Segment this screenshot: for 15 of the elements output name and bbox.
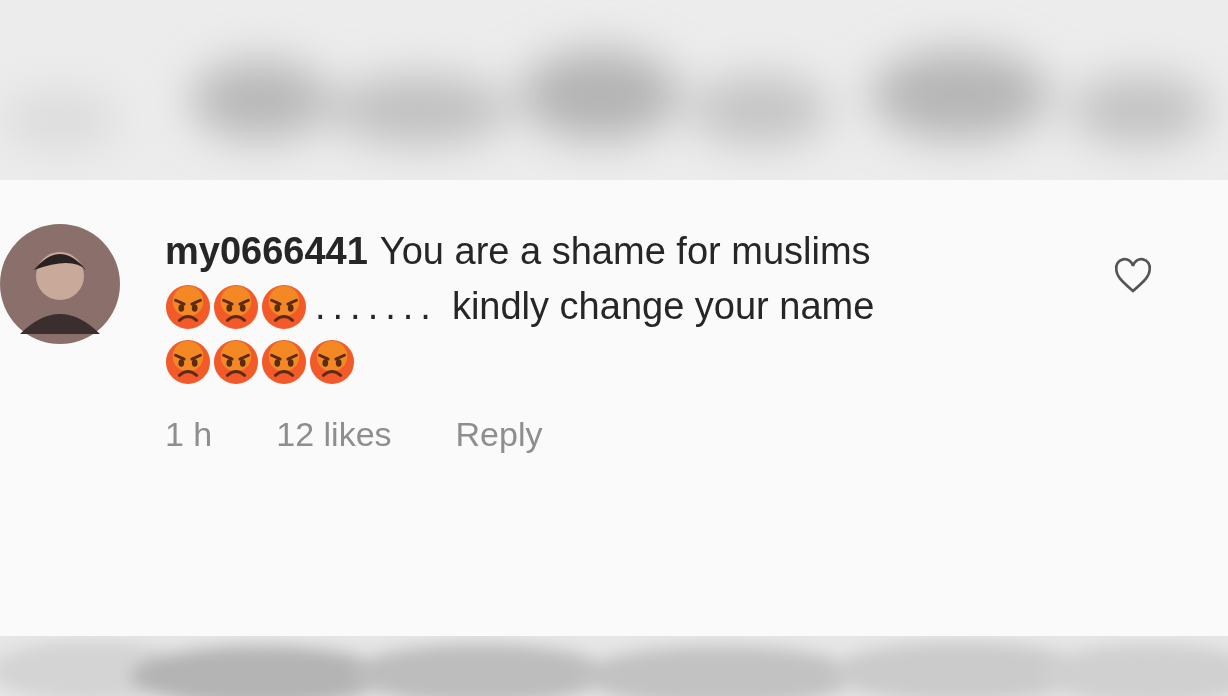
angry-face-icon [309, 338, 355, 385]
reply-link[interactable]: Reply [455, 415, 543, 454]
angry-face-icon [261, 338, 307, 385]
avatar[interactable] [0, 224, 120, 344]
timestamp: 1 h [165, 415, 213, 454]
angry-face-icon [165, 338, 211, 385]
comment-text: ....... [315, 285, 438, 328]
angry-face-icon [213, 338, 259, 385]
comment-text: You are a shame for muslims [379, 230, 871, 273]
angry-face-icon [213, 283, 259, 330]
comment-text: kindly change your name [451, 285, 875, 328]
angry-face-icon [261, 283, 307, 330]
username-link[interactable]: my0666441 [165, 230, 368, 273]
angry-face-icon [165, 283, 211, 330]
likes-count[interactable]: 12 likes [276, 415, 392, 454]
